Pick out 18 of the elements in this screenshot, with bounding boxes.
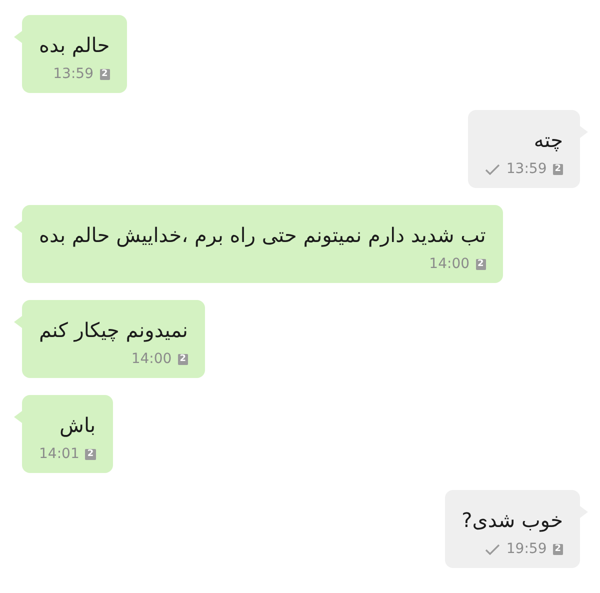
- sim-badge: 2: [552, 544, 563, 554]
- message-time: 19:59: [506, 540, 547, 558]
- message-text: تب شدید دارم نمیتونم حتی راه برم ،خداییش حالم بده: [39, 222, 486, 249]
- sim-badge: 2: [100, 68, 110, 80]
- message-text: حالم بده: [39, 32, 110, 59]
- message-time: 14:00: [131, 350, 172, 368]
- message-time: 14:00: [429, 255, 470, 273]
- sim-badge: 2: [178, 354, 188, 364]
- message-text: نمیدونم چیکار کنم: [39, 317, 188, 344]
- message-text: باش: [58, 412, 96, 439]
- message-text: خوب شدی?: [462, 507, 563, 534]
- sim-badge: 2: [85, 448, 96, 460]
- message-text: چته: [532, 127, 563, 154]
- message-time: 14:01: [39, 445, 80, 463]
- sim-badge: 2: [552, 164, 563, 174]
- message-time: 13:59: [53, 65, 94, 83]
- sim-badge: 2: [476, 258, 486, 270]
- message-time: 13:59: [506, 160, 547, 178]
